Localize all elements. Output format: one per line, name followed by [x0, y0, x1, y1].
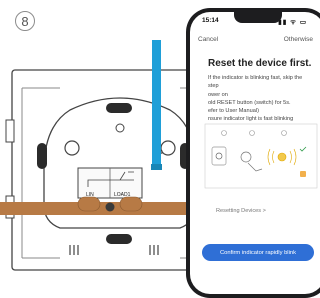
terminal-n-dot — [152, 150, 156, 154]
side-tab — [5, 119, 15, 143]
center-button — [105, 202, 115, 212]
phone-screen: 15:14 ▮▮ ᯤ ▭ Cancel Otherwise Reset the … — [190, 12, 320, 294]
screw-slot-bottom — [106, 234, 132, 244]
instruction-line: step — [208, 83, 219, 90]
status-icons: ▮▮ ᯤ ▭ — [278, 19, 307, 26]
status-time: 15:14 — [202, 17, 219, 24]
screw-slot-top — [106, 103, 132, 113]
page-title: Reset the device first. — [208, 58, 312, 69]
resetting-devices-link[interactable]: Resetting Devices > — [216, 208, 266, 214]
terminal-screw — [119, 196, 143, 212]
instruction-line: If the indicator is blinking fast, skip … — [208, 75, 303, 81]
instruction-line: old RESET button (switch) for 5s. — [208, 99, 291, 106]
terminal-screw — [77, 196, 101, 212]
nav-bar: Cancel Otherwise — [190, 36, 320, 50]
reset-steps-illustration — [204, 123, 318, 189]
phone-notch — [234, 12, 282, 23]
instruction-line: efer to User Manual) — [208, 108, 259, 115]
confirm-blink-button[interactable]: Confirm indicator rapidly blink — [202, 244, 314, 261]
indicator-light-icon — [277, 152, 287, 162]
cancel-button[interactable]: Cancel — [198, 36, 218, 43]
screw-slot-left — [37, 143, 47, 169]
otherwise-button[interactable]: Otherwise — [284, 36, 313, 43]
instruction-illustration: 8 LIN LOAD1 N 15:14 ▮▮ ᯤ ▭ Cancel Otherw… — [0, 0, 320, 298]
reset-button-icon — [300, 171, 306, 177]
wood-bar — [0, 202, 206, 215]
phone-mockup: 15:14 ▮▮ ᯤ ▭ Cancel Otherwise Reset the … — [186, 8, 320, 298]
instruction-line: ower on — [208, 91, 228, 98]
instruction-text: If the indicator is blinking fast, skip … — [208, 74, 318, 124]
terminal-label-n: N — [159, 150, 163, 156]
